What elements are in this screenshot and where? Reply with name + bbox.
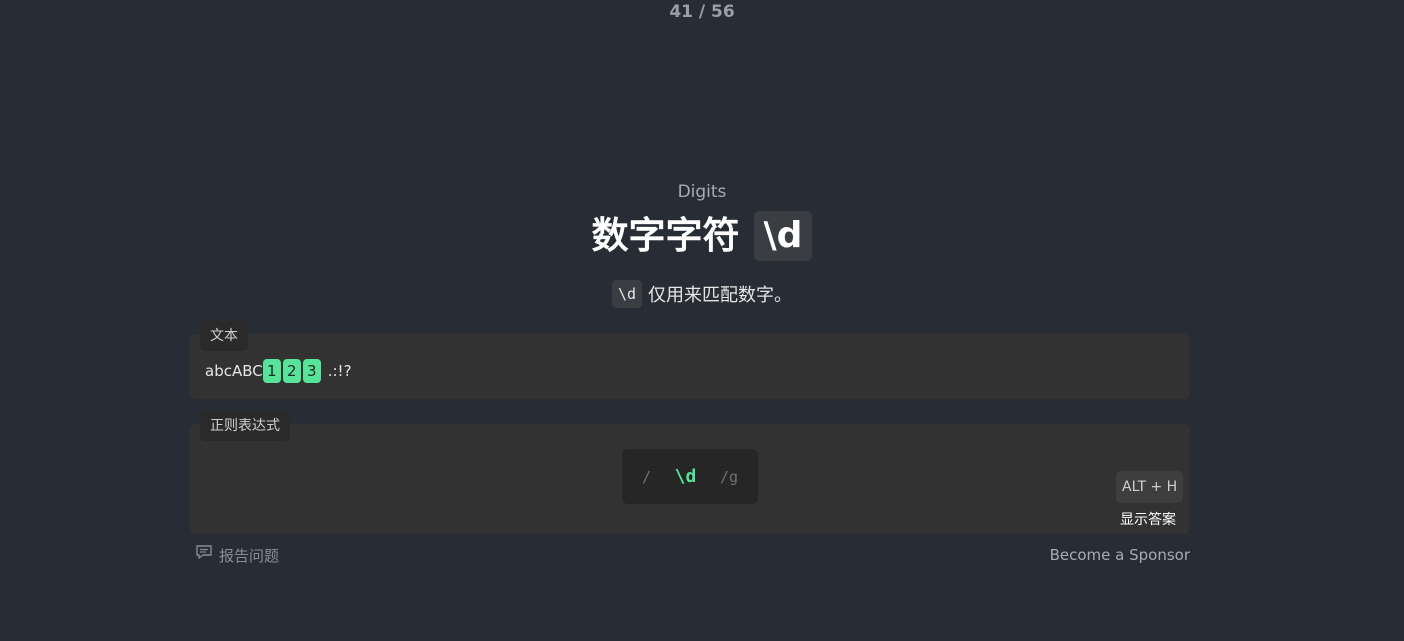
lesson-title: 数字字符 <box>591 214 740 257</box>
shortcut-hint: ALT + H <box>1116 471 1184 503</box>
match-highlight: 3 <box>302 359 321 383</box>
text-suffix: .:!? <box>327 362 352 380</box>
description-code: \d <box>611 280 643 308</box>
text-prefix: abcABC <box>205 362 263 380</box>
lesson-title-row: 数字字符 \d <box>0 210 1404 262</box>
text-panel: 文本 abcABC 1 2 3 .:!? <box>190 321 1190 399</box>
report-issue-label: 报告问题 <box>219 546 280 565</box>
lesson-description: \d 仅用来匹配数字。 <box>0 280 1404 308</box>
match-highlight: 2 <box>282 359 301 383</box>
lesson-subtitle: Digits <box>677 182 727 202</box>
match-highlight: 1 <box>262 359 281 383</box>
sample-text: abcABC 1 2 3 .:!? <box>205 359 352 383</box>
regex-open-slash: / <box>642 467 652 486</box>
regex-input[interactable] <box>665 466 706 487</box>
regex-panel-label: 正则表达式 <box>200 411 290 441</box>
description-text: 仅用来匹配数字。 <box>648 285 793 306</box>
report-issue-link[interactable]: 报告问题 <box>195 543 279 568</box>
regex-editor: / /g <box>622 449 758 504</box>
lesson-title-code: \d <box>753 211 813 261</box>
progress-indicator: 41 / 56 <box>669 2 735 22</box>
text-panel-label: 文本 <box>200 321 248 351</box>
sponsor-link[interactable]: Become a Sponsor <box>1050 543 1190 567</box>
show-answer-button[interactable]: 显示答案 <box>1120 509 1176 529</box>
regex-panel: 正则表达式 / /g ALT + H 显示答案 <box>190 411 1190 534</box>
lesson-page: 41 / 56 Digits 数字字符 \d \d 仅用来匹配数字。 文本 ab… <box>0 0 1404 641</box>
comment-icon <box>195 543 213 568</box>
regex-flags: /g <box>719 467 738 486</box>
